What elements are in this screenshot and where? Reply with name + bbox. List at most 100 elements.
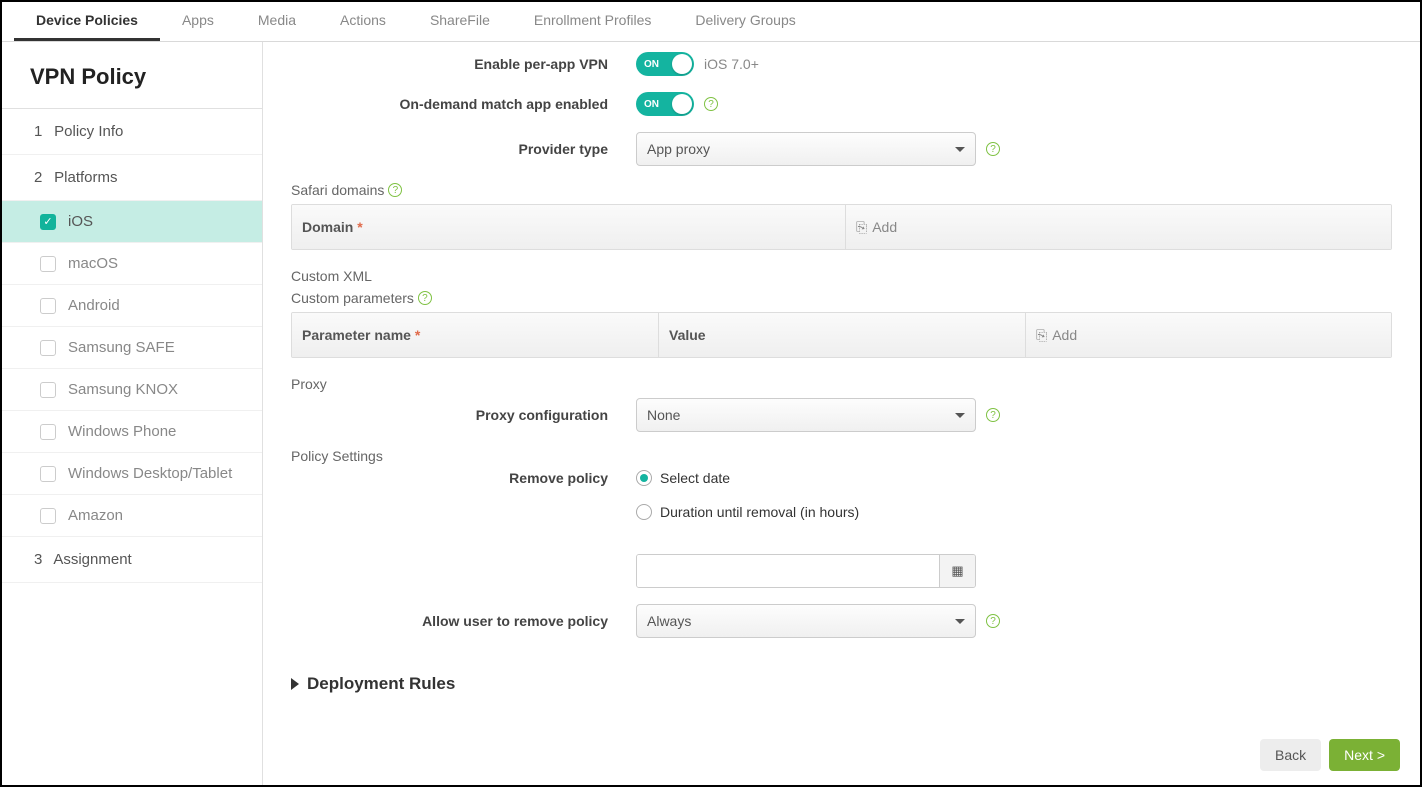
table-custom-params: Parameter name * Value ⎘ Add <box>291 312 1392 358</box>
toggle-per-app-vpn[interactable]: ON <box>636 52 694 76</box>
section-custom-parameters-label: Custom parameters <box>291 290 414 306</box>
add-param-label: Add <box>1052 327 1077 343</box>
label-on-demand: On-demand match app enabled <box>291 96 636 112</box>
platform-amazon[interactable]: Amazon <box>2 495 262 537</box>
table-safari-domains: Domain * ⎘ Add <box>291 204 1392 250</box>
radio-duration-label: Duration until removal (in hours) <box>660 504 859 520</box>
tab-actions[interactable]: Actions <box>318 2 408 41</box>
label-remove-policy: Remove policy <box>291 470 636 486</box>
tab-media[interactable]: Media <box>236 2 318 41</box>
platform-macos[interactable]: macOS <box>2 243 262 285</box>
platform-android[interactable]: Android <box>2 285 262 327</box>
checkbox-macos[interactable] <box>40 256 56 272</box>
tab-apps[interactable]: Apps <box>160 2 236 41</box>
help-icon[interactable]: ? <box>986 142 1000 156</box>
toggle-on-demand[interactable]: ON <box>636 92 694 116</box>
label-proxy-config: Proxy configuration <box>291 407 636 423</box>
back-button[interactable]: Back <box>1260 739 1321 771</box>
section-safari-domains-label: Safari domains <box>291 182 384 198</box>
next-button[interactable]: Next > <box>1329 739 1400 771</box>
content-panel: Enable per-app VPN ON iOS 7.0+ On-demand… <box>263 42 1420 785</box>
section-proxy: Proxy <box>291 376 1392 392</box>
section-safari-domains: Safari domains ? <box>291 182 1392 198</box>
platform-windows-desktop[interactable]: Windows Desktop/Tablet <box>2 453 262 495</box>
help-icon[interactable]: ? <box>418 291 432 305</box>
step-1-number: 1 <box>34 123 50 140</box>
radio-duration[interactable] <box>636 504 652 520</box>
step-assignment[interactable]: 3 Assignment <box>2 537 262 583</box>
tab-sharefile[interactable]: ShareFile <box>408 2 512 41</box>
dropdown-provider-type-value: App proxy <box>647 141 710 157</box>
col-domain-label: Domain <box>302 219 353 235</box>
add-icon: ⎘ <box>856 219 867 236</box>
platform-samsung-knox[interactable]: Samsung KNOX <box>2 369 262 411</box>
checkbox-samsung-safe[interactable] <box>40 340 56 356</box>
page-title: VPN Policy <box>2 42 262 109</box>
label-allow-remove: Allow user to remove policy <box>291 613 636 629</box>
platform-ios[interactable]: ✓ iOS <box>2 201 262 243</box>
top-tabs: Device Policies Apps Media Actions Share… <box>2 2 1420 42</box>
checkbox-amazon[interactable] <box>40 508 56 524</box>
checkbox-samsung-knox[interactable] <box>40 382 56 398</box>
step-3-number: 3 <box>34 551 50 568</box>
add-icon: ⎘ <box>1036 327 1047 344</box>
checkbox-ios[interactable]: ✓ <box>40 214 56 230</box>
dropdown-proxy-config[interactable]: None <box>636 398 976 432</box>
checkbox-android[interactable] <box>40 298 56 314</box>
calendar-icon: ▦ <box>951 563 963 579</box>
checkbox-windows-phone[interactable] <box>40 424 56 440</box>
tab-delivery-groups[interactable]: Delivery Groups <box>673 2 817 41</box>
sidebar: VPN Policy 1 Policy Info 2 Platforms ✓ i… <box>2 42 263 785</box>
chevron-down-icon <box>955 413 965 418</box>
checkbox-windows-desktop[interactable] <box>40 466 56 482</box>
step-3-label: Assignment <box>53 551 131 568</box>
dropdown-provider-type[interactable]: App proxy <box>636 132 976 166</box>
col-param-name-label: Parameter name <box>302 327 411 343</box>
section-custom-parameters: Custom parameters ? <box>291 290 1392 306</box>
platform-windows-phone[interactable]: Windows Phone <box>2 411 262 453</box>
platform-samsung-safe-label: Samsung SAFE <box>68 339 175 356</box>
tab-device-policies[interactable]: Device Policies <box>14 2 160 41</box>
toggle-per-app-vpn-state: ON <box>644 59 659 70</box>
add-domain-label: Add <box>872 219 897 235</box>
step-2-number: 2 <box>34 169 50 186</box>
chevron-down-icon <box>955 147 965 152</box>
radio-select-date-label: Select date <box>660 470 730 486</box>
calendar-button[interactable]: ▦ <box>939 555 975 587</box>
help-icon[interactable]: ? <box>986 614 1000 628</box>
step-policy-info[interactable]: 1 Policy Info <box>2 109 262 155</box>
step-platforms[interactable]: 2 Platforms <box>2 155 262 201</box>
step-2-label: Platforms <box>54 169 117 186</box>
dropdown-proxy-config-value: None <box>647 407 680 423</box>
platform-amazon-label: Amazon <box>68 507 123 524</box>
platform-samsung-safe[interactable]: Samsung SAFE <box>2 327 262 369</box>
step-1-label: Policy Info <box>54 123 123 140</box>
toggle-knob <box>672 94 692 114</box>
platform-windows-phone-label: Windows Phone <box>68 423 176 440</box>
platform-ios-label: iOS <box>68 213 93 230</box>
date-input-wrap: ▦ <box>636 554 976 588</box>
section-policy-settings: Policy Settings <box>291 448 1392 464</box>
triangle-right-icon <box>291 678 299 690</box>
label-provider-type: Provider type <box>291 141 636 157</box>
deployment-rules-label: Deployment Rules <box>307 674 455 694</box>
date-input[interactable] <box>637 555 939 587</box>
help-icon[interactable]: ? <box>704 97 718 111</box>
footer-buttons: Back Next > <box>1260 739 1400 771</box>
col-value: Value <box>659 313 1026 357</box>
col-domain: Domain * <box>292 205 846 249</box>
toggle-knob <box>672 54 692 74</box>
add-domain-button[interactable]: ⎘ Add <box>846 205 1391 249</box>
platform-samsung-knox-label: Samsung KNOX <box>68 381 178 398</box>
radio-select-date[interactable] <box>636 470 652 486</box>
deployment-rules-toggle[interactable]: Deployment Rules <box>291 674 1392 694</box>
chevron-down-icon <box>955 619 965 624</box>
dropdown-allow-remove[interactable]: Always <box>636 604 976 638</box>
label-per-app-vpn: Enable per-app VPN <box>291 56 636 72</box>
section-custom-xml: Custom XML <box>291 268 1392 284</box>
help-icon[interactable]: ? <box>388 183 402 197</box>
add-param-button[interactable]: ⎘ Add <box>1026 313 1391 357</box>
tab-enrollment-profiles[interactable]: Enrollment Profiles <box>512 2 674 41</box>
platform-macos-label: macOS <box>68 255 118 272</box>
help-icon[interactable]: ? <box>986 408 1000 422</box>
